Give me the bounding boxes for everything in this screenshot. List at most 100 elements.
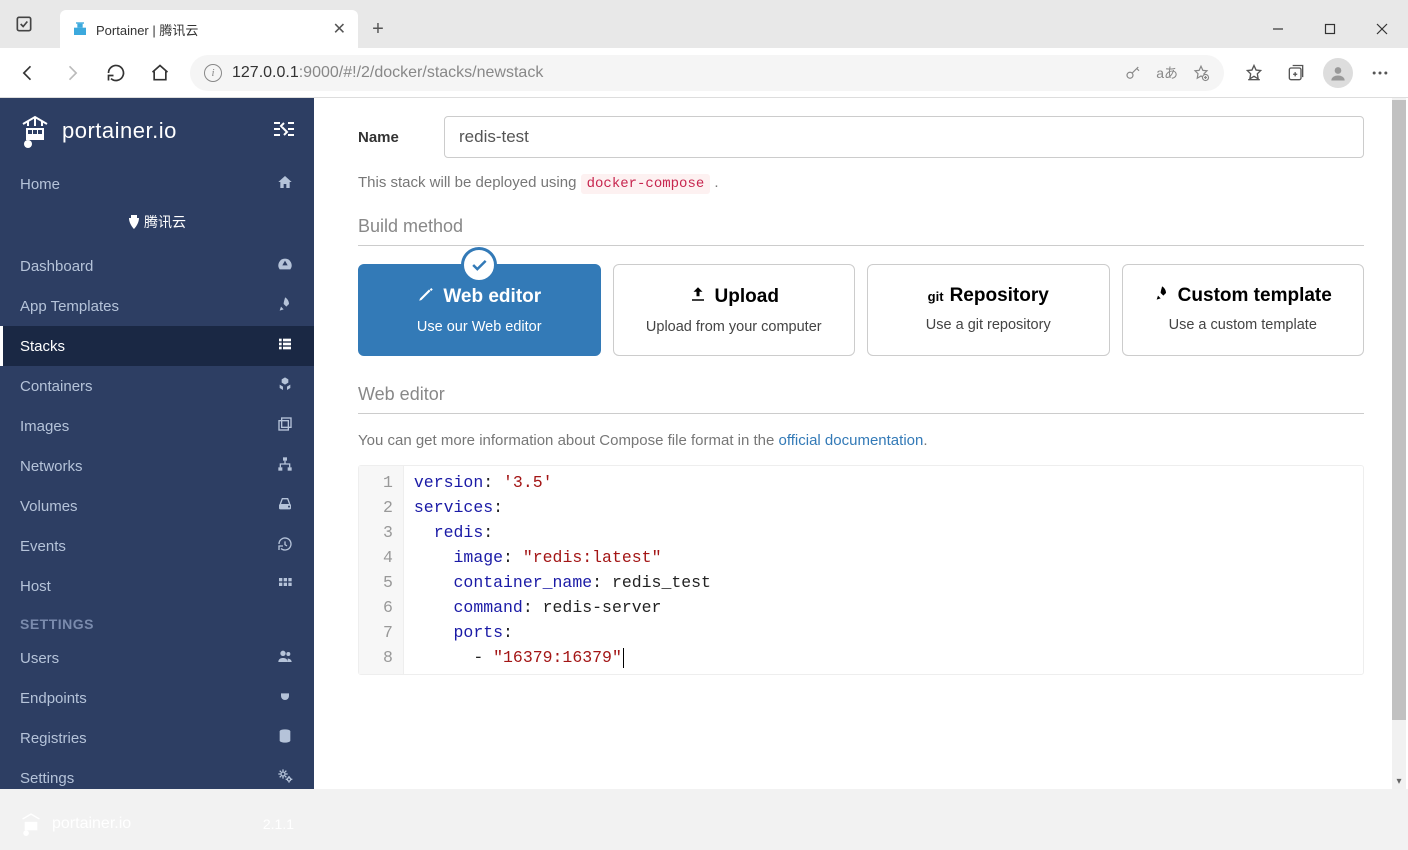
users-icon: [276, 648, 294, 668]
forward-button[interactable]: [52, 53, 92, 93]
sidebar-toggle-icon[interactable]: [274, 121, 294, 141]
tab-close-icon[interactable]: ✕: [333, 19, 346, 39]
window-minimize-button[interactable]: [1252, 10, 1304, 48]
cogs-icon: [276, 768, 294, 788]
sidebar-item-app-templates[interactable]: App Templates: [0, 286, 314, 326]
sidebar-item-registries[interactable]: Registries: [0, 718, 314, 758]
method-desc: Upload from your computer: [624, 319, 845, 335]
home-icon: [276, 174, 294, 194]
sidebar-item-home[interactable]: Home: [0, 164, 314, 204]
site-info-icon[interactable]: i: [204, 64, 222, 82]
build-method-upload[interactable]: Upload Upload from your computer: [613, 264, 856, 356]
sidebar-item-label: Home: [20, 176, 60, 193]
sidebar-item-dashboard[interactable]: Dashboard: [0, 246, 314, 286]
tab-favicon-icon: [72, 21, 88, 37]
sidebar-section-settings: SETTINGS: [0, 606, 314, 638]
address-bar[interactable]: i 127.0.0.1:9000/#!/2/docker/stacks/news…: [190, 55, 1224, 91]
editor-code[interactable]: version: '3.5'services: redis: image: "r…: [404, 466, 721, 674]
build-method-repository[interactable]: git RepositoryUse a git repository: [867, 264, 1110, 356]
cubes-icon: [276, 376, 294, 396]
tachometer-icon: [276, 256, 294, 276]
method-title: Upload: [715, 286, 779, 308]
main-content: ▾ Name This stack will be deployed using…: [314, 98, 1408, 789]
scrollbar-thumb[interactable]: [1392, 100, 1406, 720]
sidebar-item-users[interactable]: Users: [0, 638, 314, 678]
url-text: 127.0.0.1:9000/#!/2/docker/stacks/newsta…: [232, 64, 543, 82]
back-button[interactable]: [8, 53, 48, 93]
sidebar-item-label: Users: [20, 650, 59, 667]
home-button[interactable]: [140, 53, 180, 93]
pencil-icon: [417, 285, 435, 309]
build-method-row: Web editorUse our Web editor UploadUploa…: [358, 264, 1364, 356]
window-close-button[interactable]: [1356, 10, 1408, 48]
sidebar-item-containers[interactable]: Containers: [0, 366, 314, 406]
method-title: Repository: [950, 285, 1049, 307]
sidebar-item-label: Dashboard: [20, 258, 93, 275]
doc-link[interactable]: official documentation: [779, 432, 924, 449]
sidebar-item-label: Containers: [20, 378, 93, 395]
sidebar-item-events[interactable]: Events: [0, 526, 314, 566]
rocket-icon: [276, 296, 294, 316]
sidebar-item-label: Registries: [20, 730, 87, 747]
collections-button[interactable]: [1276, 53, 1316, 93]
method-title: Custom template: [1178, 285, 1332, 307]
name-input[interactable]: [444, 116, 1364, 158]
tab-actions-button[interactable]: [0, 0, 48, 48]
name-row: Name: [358, 116, 1364, 158]
sidebar-item-endpoints[interactable]: Endpoints: [0, 678, 314, 718]
sidebar-item-label: Stacks: [20, 338, 65, 355]
th-icon: [276, 576, 294, 596]
build-method-custom-template[interactable]: Custom template Use a custom template: [1122, 264, 1365, 356]
section-web-editor: Web editor: [358, 384, 1364, 414]
hdd-icon: [276, 496, 294, 516]
build-method-web-editor[interactable]: Web editor Use our Web editor: [358, 264, 601, 356]
method-desc: Use a custom template: [1133, 317, 1354, 333]
sidebar-item-images[interactable]: Images: [0, 406, 314, 446]
browser-tab-active[interactable]: Portainer | 腾讯云 ✕: [60, 10, 358, 48]
brand: portainer.io: [0, 98, 314, 164]
sidebar-env: 腾讯云: [0, 204, 314, 246]
profile-button[interactable]: [1318, 53, 1358, 93]
sidebar-item-label: Endpoints: [20, 690, 87, 707]
database-icon: [276, 728, 294, 748]
doc-hint: You can get more information about Compo…: [358, 432, 1364, 449]
brand-text: portainer.io: [62, 118, 177, 144]
method-desc: Use a git repository: [878, 317, 1099, 333]
footer-brand: portainer.io: [52, 815, 131, 833]
method-title: Web editor: [443, 286, 541, 308]
sidebar-item-stacks[interactable]: Stacks: [0, 326, 314, 366]
method-desc: Use our Web editor: [369, 319, 590, 335]
new-tab-button[interactable]: +: [358, 10, 398, 48]
deploy-hint: This stack will be deployed using docker…: [358, 174, 1364, 192]
tab-title: Portainer | 腾讯云: [96, 20, 325, 39]
sidebar-item-networks[interactable]: Networks: [0, 446, 314, 486]
scrollbar-down-icon[interactable]: ▾: [1392, 773, 1406, 789]
sidebar: portainer.io Home 腾讯云 Dashboard App Templ…: [0, 98, 314, 789]
clone-icon: [276, 416, 294, 436]
sidebar-item-host[interactable]: Host: [0, 566, 314, 606]
app-root: portainer.io Home 腾讯云 Dashboard App Templ…: [0, 98, 1408, 789]
sidebar-item-label: App Templates: [20, 298, 119, 315]
addr-favorite-icon[interactable]: [1192, 64, 1210, 82]
footer-logo-icon: [20, 812, 42, 836]
browser-toolbar: i 127.0.0.1:9000/#!/2/docker/stacks/news…: [0, 48, 1408, 98]
footer-version: 2.1.1: [263, 816, 294, 832]
brand-logo-icon: [20, 114, 50, 148]
sidebar-item-label: Events: [20, 538, 66, 555]
sidebar-item-settings[interactable]: Settings: [0, 758, 314, 798]
password-key-icon[interactable]: [1124, 64, 1142, 82]
check-icon: [461, 247, 497, 283]
window-maximize-button[interactable]: [1304, 10, 1356, 48]
menu-button[interactable]: [1360, 53, 1400, 93]
sidebar-item-label: Images: [20, 418, 69, 435]
refresh-button[interactable]: [96, 53, 136, 93]
section-build-method: Build method: [358, 216, 1364, 246]
sidebar-item-volumes[interactable]: Volumes: [0, 486, 314, 526]
sidebar-item-label: Settings: [20, 770, 74, 787]
sidebar-item-label: Networks: [20, 458, 83, 475]
favorites-button[interactable]: [1234, 53, 1274, 93]
translate-icon[interactable]: aあ: [1156, 63, 1178, 83]
code-editor[interactable]: 12345678 version: '3.5'services: redis: …: [358, 465, 1364, 675]
th-list-icon: [276, 336, 294, 356]
sidebar-item-label: Volumes: [20, 498, 78, 515]
